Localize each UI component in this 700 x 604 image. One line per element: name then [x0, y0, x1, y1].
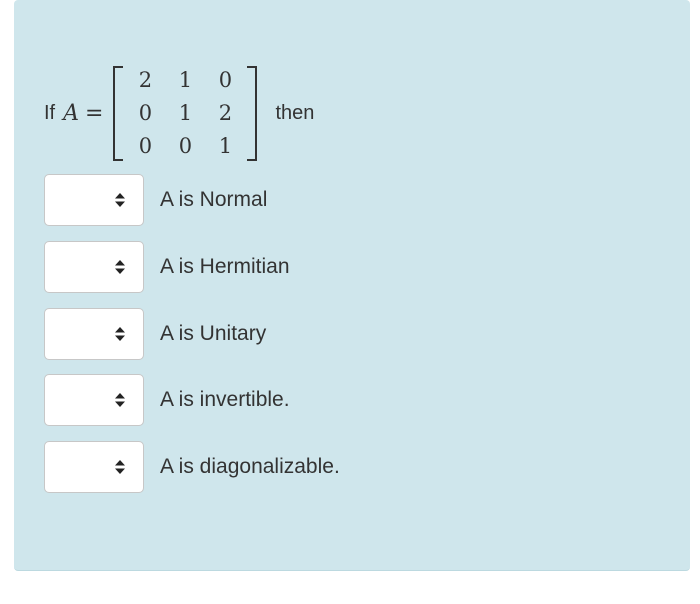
matrix-row: 2 1 0 [125, 64, 245, 97]
question-prefix: If [44, 101, 56, 124]
matrix-cell: 1 [178, 68, 193, 92]
answer-row-hermitian: A is Hermitian [44, 241, 290, 293]
matrix-cell: 2 [138, 68, 153, 92]
answer-label-invertible: A is invertible. [160, 388, 290, 411]
answer-select-normal[interactable] [44, 174, 144, 226]
equals-sign: = [85, 100, 104, 126]
matrix-cell: 0 [178, 134, 193, 158]
matrix-cell: 2 [218, 101, 233, 125]
left-bracket [113, 65, 124, 161]
answer-select-diagonalizable[interactable] [44, 441, 144, 493]
answer-select-invertible[interactable] [44, 374, 144, 426]
matrix-row: 0 0 1 [125, 130, 245, 163]
matrix-cell: 0 [138, 134, 153, 158]
up-down-caret-icon [115, 327, 125, 341]
answer-label-hermitian: A is Hermitian [160, 255, 290, 278]
answer-label-unitary: A is Unitary [160, 322, 267, 345]
question-suffix: then [275, 101, 315, 124]
answer-row-invertible: A is invertible. [44, 374, 290, 426]
up-down-caret-icon [115, 393, 125, 407]
answer-row-unitary: A is Unitary [44, 308, 266, 360]
matrix-cell: 1 [178, 101, 193, 125]
answer-select-unitary[interactable] [44, 308, 144, 360]
question-statement: If A = 2 1 0 0 1 2 0 0 1 then [44, 58, 314, 168]
matrix-variable: A [63, 100, 80, 126]
matrix-cell: 1 [218, 134, 233, 158]
answer-select-hermitian[interactable] [44, 241, 144, 293]
answer-row-diagonalizable: A is diagonalizable. [44, 441, 340, 493]
answer-row-normal: A is Normal [44, 174, 267, 226]
matrix-cell: 0 [218, 68, 233, 92]
up-down-caret-icon [115, 460, 125, 474]
up-down-caret-icon [115, 193, 125, 207]
right-bracket [247, 65, 258, 161]
answer-label-normal: A is Normal [160, 188, 268, 211]
matrix: 2 1 0 0 1 2 0 0 1 [113, 64, 258, 163]
matrix-table: 2 1 0 0 1 2 0 0 1 [125, 64, 245, 163]
answer-label-diagonalizable: A is diagonalizable. [160, 455, 340, 478]
matrix-row: 0 1 2 [125, 97, 245, 130]
matrix-cell: 0 [138, 101, 153, 125]
up-down-caret-icon [115, 260, 125, 274]
